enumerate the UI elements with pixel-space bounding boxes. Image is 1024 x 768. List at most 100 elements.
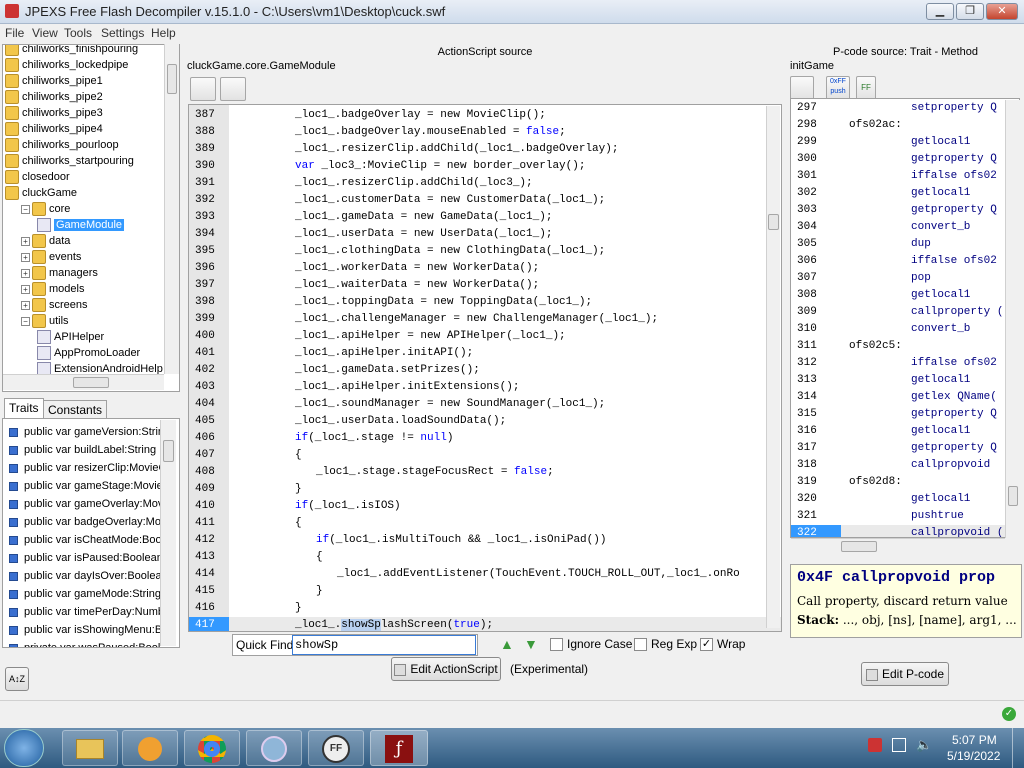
- tree-item[interactable]: + screens: [21, 297, 88, 313]
- as-toolbar-button-2[interactable]: [220, 77, 246, 101]
- trait-item[interactable]: public var isPaused:Boolean: [9, 549, 164, 567]
- as-vscroll-thumb[interactable]: [768, 214, 779, 230]
- pcode-editor[interactable]: 297 setproperty Q 298 ofs02ac: 299 getlocal1 3…: [790, 98, 1020, 538]
- pcode-push-button[interactable]: 0xFF push: [826, 76, 850, 100]
- tree-item[interactable]: cluckGame: [5, 185, 77, 201]
- tray-alert-icon[interactable]: [868, 738, 882, 752]
- reg-exp-checkbox[interactable]: [634, 638, 647, 652]
- expand-icon[interactable]: +: [21, 300, 30, 310]
- tab-traits[interactable]: Traits: [4, 398, 44, 418]
- tree-item[interactable]: chiliworks_pourloop: [5, 137, 119, 153]
- sort-button[interactable]: A↕Z: [5, 667, 29, 691]
- trait-item[interactable]: public var timePerDay:Numb: [9, 603, 164, 621]
- chrome-taskbar-icon[interactable]: [184, 730, 240, 766]
- tray-volume-icon[interactable]: 🔈: [916, 737, 932, 753]
- package-icon: [5, 74, 19, 89]
- network-app-taskbar-icon[interactable]: [246, 730, 302, 766]
- menu-tools[interactable]: Tools: [64, 26, 92, 40]
- actionscript-editor[interactable]: 387 _loc1_.badgeOverlay = new MovieClip()…: [188, 104, 782, 632]
- close-button[interactable]: ✕: [986, 3, 1018, 20]
- tree-item[interactable]: − utils: [21, 313, 69, 329]
- expand-icon[interactable]: +: [21, 236, 30, 246]
- trait-item[interactable]: public var dayIsOver:Boolea: [9, 567, 164, 585]
- tree-item[interactable]: chiliworks_lockedpipe: [5, 57, 128, 73]
- trait-item[interactable]: public var gameMode:String: [9, 585, 164, 603]
- traits-vscroll[interactable]: [160, 420, 176, 646]
- ignore-case-checkbox[interactable]: [550, 638, 563, 652]
- tree-item[interactable]: − core: [21, 201, 70, 217]
- menu-view[interactable]: View: [32, 26, 58, 40]
- package-tree[interactable]: chiliworks_finishpouring chiliworks_locke…: [2, 44, 180, 392]
- tray-network-icon[interactable]: [892, 738, 906, 752]
- clock-date[interactable]: 5/19/2022: [947, 749, 1000, 763]
- pcode-hscroll[interactable]: [791, 538, 1005, 554]
- tree-item[interactable]: + models: [21, 281, 84, 297]
- tree-item[interactable]: + events: [21, 249, 81, 265]
- tree-item[interactable]: chiliworks_startpouring: [5, 153, 134, 169]
- wrap-option[interactable]: ✓ Wrap: [700, 637, 745, 652]
- tree-item[interactable]: closedoor: [5, 169, 70, 185]
- code-token: {: [316, 551, 323, 563]
- tree-item[interactable]: GameModule: [37, 217, 125, 233]
- edit-pcode-button[interactable]: Edit P-code: [861, 662, 949, 686]
- tree-item[interactable]: chiliworks_pipe1: [5, 73, 103, 89]
- trait-item[interactable]: public var resizerClip:MovieC: [9, 459, 164, 477]
- tree-item[interactable]: chiliworks_pipe4: [5, 121, 103, 137]
- tree-vscroll[interactable]: [164, 44, 179, 374]
- collapse-icon[interactable]: −: [21, 316, 30, 326]
- tree-hscroll-thumb[interactable]: [73, 377, 109, 388]
- menu-file[interactable]: File: [5, 26, 24, 40]
- edit-actionscript-button[interactable]: Edit ActionScript: [391, 657, 501, 681]
- trait-item[interactable]: public var isShowingMenu:B: [9, 621, 164, 639]
- expand-icon[interactable]: +: [21, 252, 30, 262]
- trait-item[interactable]: public var badgeOverlay:Mo: [9, 513, 164, 531]
- minimize-button[interactable]: ▁: [926, 3, 954, 20]
- trait-item[interactable]: public var isCheatMode:Boo: [9, 531, 164, 549]
- traits-list[interactable]: public var gameVersion:Strin public var b…: [2, 418, 180, 648]
- flash-player-taskbar-icon[interactable]: ƒ: [370, 730, 428, 766]
- reg-exp-option[interactable]: Reg Exp: [634, 637, 697, 652]
- wrap-checkbox[interactable]: ✓: [700, 638, 713, 652]
- tree-vscroll-thumb[interactable]: [167, 64, 177, 94]
- trait-item[interactable]: public var gameStage:Movie: [9, 477, 164, 495]
- tree-item[interactable]: chiliworks_finishpouring: [5, 45, 138, 57]
- pcode-ff-button[interactable]: FF: [856, 76, 876, 100]
- tree-item-label: chiliworks_pipe3: [22, 107, 103, 119]
- menu-settings[interactable]: Settings: [101, 26, 144, 40]
- expand-icon[interactable]: +: [21, 268, 30, 278]
- tree-item[interactable]: chiliworks_pipe2: [5, 89, 103, 105]
- tree-item[interactable]: + managers: [21, 265, 98, 281]
- tree-item[interactable]: chiliworks_pipe3: [5, 105, 103, 121]
- explorer-taskbar-icon[interactable]: [62, 730, 118, 766]
- expand-icon[interactable]: +: [21, 284, 30, 294]
- find-next-arrow-icon[interactable]: ▼: [524, 636, 540, 652]
- ffdec-taskbar-icon[interactable]: FF: [308, 730, 364, 766]
- pcode-hscroll-thumb[interactable]: [841, 541, 877, 552]
- pcode-graph-button[interactable]: [790, 76, 814, 100]
- clock-time[interactable]: 5:07 PM: [952, 733, 997, 747]
- pcode-vscroll-thumb[interactable]: [1008, 486, 1018, 506]
- ignore-case-option[interactable]: Ignore Case: [550, 637, 632, 652]
- media-player-taskbar-icon[interactable]: [122, 730, 178, 766]
- traits-vscroll-thumb[interactable]: [163, 440, 174, 462]
- find-prev-arrow-icon[interactable]: ▲: [500, 636, 516, 652]
- tree-hscroll[interactable]: [3, 374, 164, 390]
- pcode-vscroll[interactable]: [1005, 100, 1020, 538]
- as-toolbar-button-1[interactable]: [190, 77, 216, 101]
- start-orb-icon[interactable]: [4, 729, 44, 767]
- tree-item[interactable]: AppPromoLoader: [37, 345, 140, 361]
- maximize-button[interactable]: ❐: [956, 3, 984, 20]
- menu-help[interactable]: Help: [151, 26, 176, 40]
- quick-find-input[interactable]: showSp: [292, 635, 476, 655]
- show-desktop-button[interactable]: [1012, 728, 1024, 768]
- as-vscroll[interactable]: [766, 106, 780, 628]
- trait-item[interactable]: public var gameOverlay:Mov: [9, 495, 164, 513]
- collapse-icon[interactable]: −: [21, 204, 30, 214]
- tab-constants[interactable]: Constants: [43, 400, 108, 418]
- tree-item[interactable]: + data: [21, 233, 70, 249]
- trait-item[interactable]: public var gameVersion:Strin: [9, 423, 164, 441]
- trait-item[interactable]: public var buildLabel:String: [9, 441, 164, 459]
- tree-item[interactable]: APIHelper: [37, 329, 104, 345]
- code-token: _loc1_.gameData = new GameData(_loc1_);: [295, 211, 553, 223]
- trait-item[interactable]: private var wasPaused:Bool: [9, 639, 164, 647]
